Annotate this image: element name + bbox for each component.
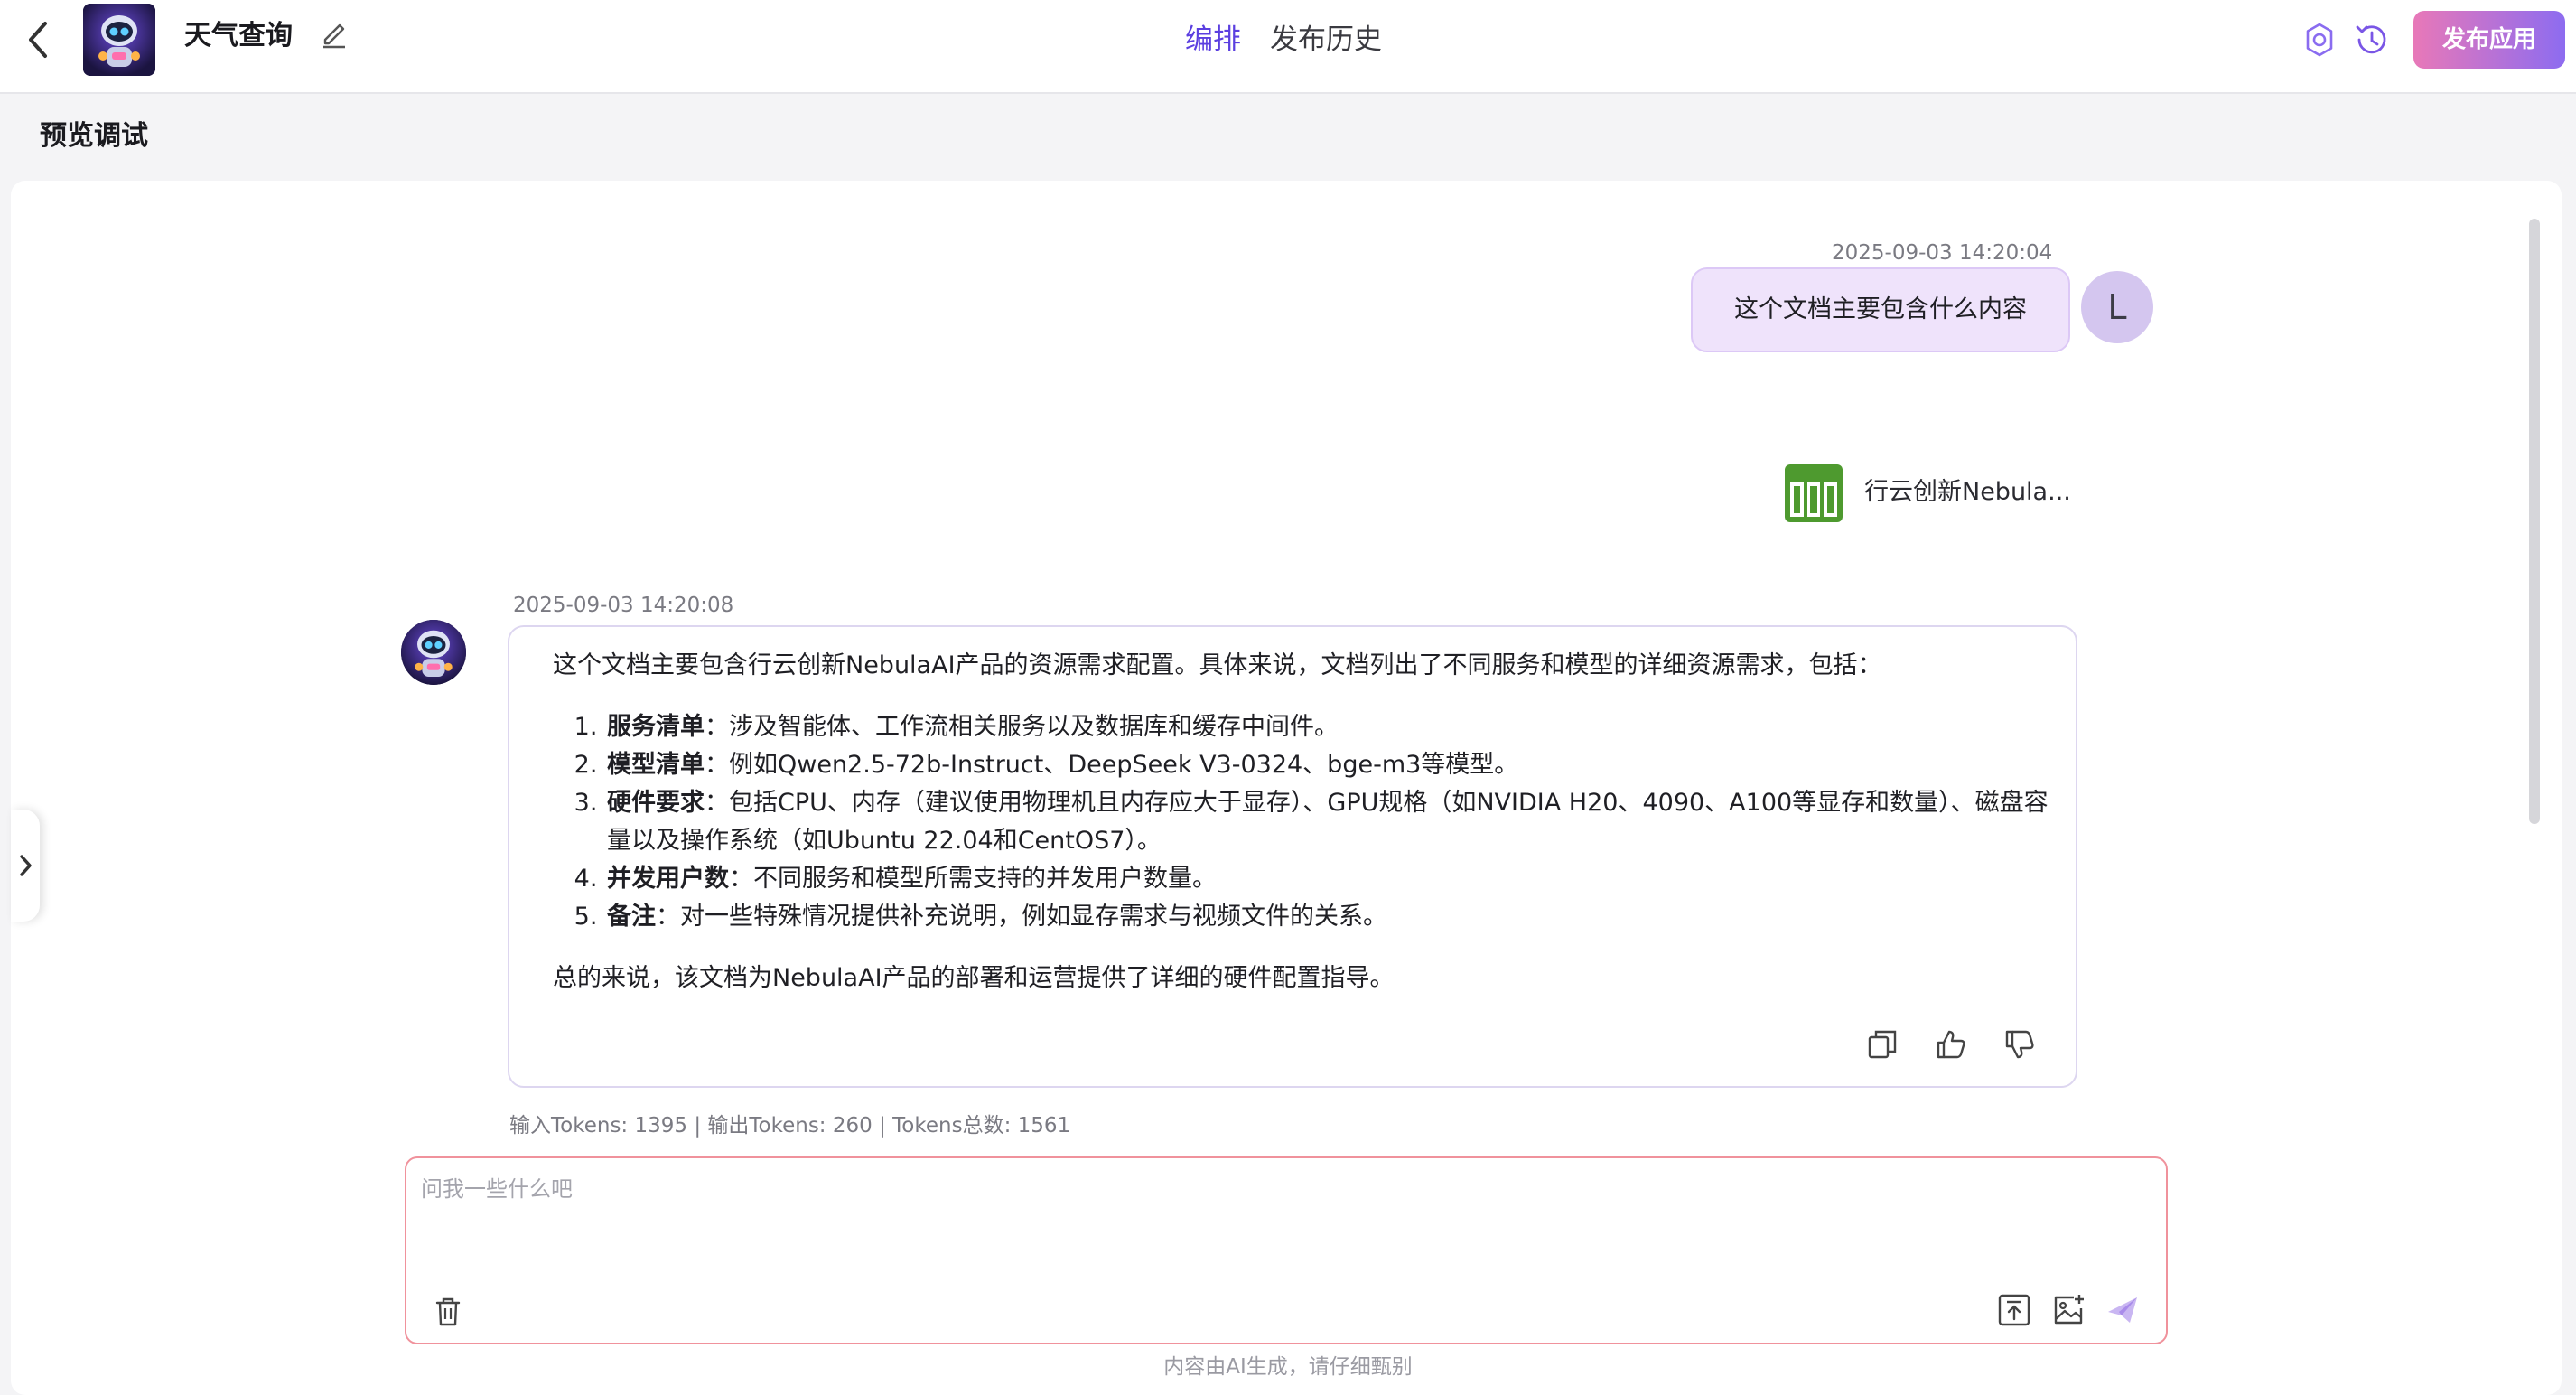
list-item-desc: ：不同服务和模型所需支持的并发用户数量。: [729, 865, 1217, 893]
settings-icon[interactable]: [2300, 20, 2339, 60]
scrollbar-thumb[interactable]: [2529, 219, 2540, 824]
bot-message-timestamp: 2025-09-03 14:20:08: [513, 594, 734, 617]
list-item-term: 并发用户数: [607, 865, 729, 893]
user-avatar: L: [2081, 271, 2153, 343]
bot-message-conclusion: 总的来说，该文档为NebulaAI产品的部署和运营提供了详细的硬件配置指导。: [553, 964, 1395, 992]
chat-input[interactable]: [421, 1171, 2137, 1270]
token-usage: 输入Tokens: 1395 | 输出Tokens: 260 | Tokens总…: [509, 1114, 1071, 1138]
upload-file-icon[interactable]: [1996, 1292, 2032, 1328]
list-item-term: 服务清单: [607, 713, 705, 741]
thumbs-down-icon[interactable]: [2003, 1028, 2036, 1061]
message-actions: [1866, 1028, 2036, 1061]
tab-publish-history[interactable]: 发布历史: [1270, 18, 1382, 61]
tab-orchestrate[interactable]: 编排: [1185, 18, 1241, 61]
attached-file[interactable]: 行云创新Nebula...: [1785, 463, 2092, 524]
bot-message-intro: 这个文档主要包含行云创新NebulaAI产品的资源需求配置。具体来说，文档列出了…: [553, 651, 1882, 679]
spreadsheet-icon: [1785, 464, 1843, 522]
publish-app-button[interactable]: 发布应用: [2413, 11, 2565, 69]
user-message-bubble: 这个文档主要包含什么内容: [1691, 267, 2070, 352]
list-item-desc: ：包括CPU、内存（建议使用物理机且内存应大于显存）、GPU规格（如NVIDIA…: [607, 789, 2049, 855]
app-avatar: [83, 4, 155, 76]
list-item: 服务清单：涉及智能体、工作流相关服务以及数据库和缓存中间件。: [605, 708, 2052, 746]
back-icon[interactable]: [22, 18, 54, 61]
list-item: 模型清单：例如Qwen2.5-72b-Instruct、DeepSeek V3-…: [605, 746, 2052, 784]
trash-icon[interactable]: [430, 1294, 466, 1330]
list-item-term: 备注: [607, 903, 656, 931]
section-title: 预览调试: [40, 120, 148, 152]
list-item-term: 模型清单: [607, 751, 705, 779]
list-item-desc: ：例如Qwen2.5-72b-Instruct、DeepSeek V3-0324…: [705, 751, 1519, 779]
send-icon[interactable]: [2105, 1292, 2141, 1328]
copy-icon[interactable]: [1866, 1028, 1899, 1061]
list-item-desc: ：涉及智能体、工作流相关服务以及数据库和缓存中间件。: [705, 713, 1339, 741]
bot-message-bubble: 这个文档主要包含行云创新NebulaAI产品的资源需求配置。具体来说，文档列出了…: [508, 625, 2077, 1088]
edit-icon[interactable]: [318, 16, 350, 49]
sidebar-toggle[interactable]: [11, 810, 40, 922]
chat-input-box: [405, 1156, 2168, 1344]
list-item-term: 硬件要求: [607, 789, 705, 817]
thumbs-up-icon[interactable]: [1935, 1028, 1967, 1061]
upload-image-icon[interactable]: [2050, 1292, 2086, 1328]
app-title: 天气查询: [184, 20, 293, 51]
top-bar: 天气查询 编排 发布历史 发布应用: [0, 0, 2576, 94]
bot-message-list: 服务清单：涉及智能体、工作流相关服务以及数据库和缓存中间件。 模型清单：例如Qw…: [605, 708, 2052, 936]
ai-disclaimer: 内容由AI生成，请仔细甄别: [1163, 1355, 1413, 1379]
history-icon[interactable]: [2352, 20, 2392, 60]
user-message-timestamp: 2025-09-03 14:20:04: [1832, 241, 2053, 265]
top-tabs: 编排 发布历史: [1185, 18, 1382, 61]
list-item: 备注：对一些特殊情况提供补充说明，例如显存需求与视频文件的关系。: [605, 898, 2052, 936]
list-item: 并发用户数：不同服务和模型所需支持的并发用户数量。: [605, 860, 2052, 898]
bot-avatar: [401, 620, 466, 685]
list-item: 硬件要求：包括CPU、内存（建议使用物理机且内存应大于显存）、GPU规格（如NV…: [605, 784, 2052, 860]
list-item-desc: ：对一些特殊情况提供补充说明，例如显存需求与视频文件的关系。: [656, 903, 1387, 931]
attached-file-name: 行云创新Nebula...: [1864, 478, 2071, 506]
bot-message-content: 这个文档主要包含行云创新NebulaAI产品的资源需求配置。具体来说，文档列出了…: [553, 647, 2052, 997]
